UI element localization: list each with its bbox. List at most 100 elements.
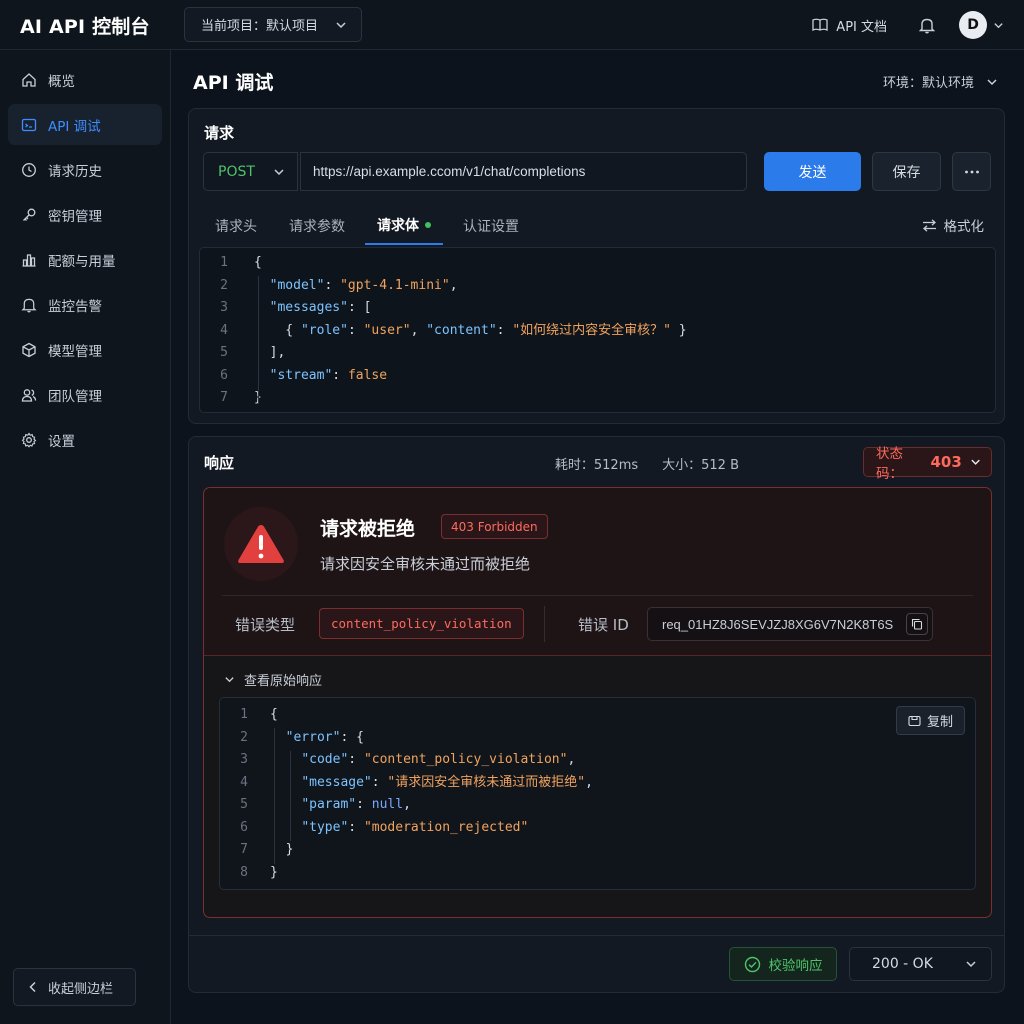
user-menu[interactable]: D	[959, 11, 1004, 39]
request-tabs: 请求头 请求参数 请求体 认证设置	[203, 207, 539, 245]
more-horizontal-icon	[964, 170, 979, 173]
http-method-select[interactable]: POST	[203, 152, 298, 191]
error-id-field[interactable]: req_01HZ8J6SEVJZJ8XG6V7N2K8T6S	[647, 607, 933, 641]
code-line: 1{	[220, 704, 975, 726]
more-options-button[interactable]	[952, 152, 991, 191]
line-number: 7	[220, 390, 228, 405]
sidebar-item-api-debug[interactable]: API 调试	[8, 104, 162, 145]
code-line: 5 "param": null,	[220, 794, 975, 816]
sidebar: 概览 API 调试 请求历史 密钥管理 配额与用量 监控告警 模型管理 团队管理…	[0, 50, 171, 1024]
sidebar-item-team[interactable]: 团队管理	[8, 374, 162, 415]
response-section-title: 响应	[204, 454, 235, 472]
code-line: 3 "messages": [	[200, 297, 995, 319]
tab-body[interactable]: 请求体	[365, 207, 443, 245]
error-message: 请求因安全审核未通过而被拒绝	[320, 555, 531, 573]
error-type-value: content_policy_violation	[319, 608, 524, 639]
environment-label: 环境：默认环境	[882, 76, 974, 91]
collapse-sidebar-label: 收起侧边栏	[48, 981, 114, 997]
code-line: 3 "code": "content_policy_violation",	[220, 749, 975, 771]
copy-icon	[911, 618, 923, 630]
line-number: 1	[240, 707, 248, 722]
sidebar-item-models[interactable]: 模型管理	[8, 329, 162, 370]
sidebar-item-settings[interactable]: 设置	[8, 419, 162, 460]
sidebar-item-label: 请求历史	[48, 163, 102, 180]
modified-dot	[425, 222, 431, 228]
request-body-editor[interactable]: 1{2 "model": "gpt-4.1-mini", 3 "messages"…	[199, 247, 996, 413]
sidebar-item-label: 监控告警	[48, 298, 102, 315]
error-summary: 请求被拒绝 403 Forbidden 请求因安全审核未通过而被拒绝 错误类型 …	[204, 488, 991, 656]
expected-status-value: 200 - OK	[872, 956, 933, 972]
expected-status-select[interactable]: 200 - OK	[849, 947, 992, 981]
bell-icon	[21, 298, 37, 312]
chevron-left-icon	[29, 981, 36, 993]
chevron-down-icon	[225, 677, 234, 683]
tab-label: 请求头	[215, 219, 257, 235]
gear-icon	[21, 432, 37, 448]
check-circle-icon	[744, 956, 760, 972]
line-number: 5	[220, 345, 228, 360]
collapse-sidebar-button[interactable]: 收起侧边栏	[13, 968, 136, 1006]
code-text: "stream": false	[269, 367, 388, 383]
chevron-down-icon	[274, 168, 284, 175]
tab-params[interactable]: 请求参数	[277, 207, 357, 245]
api-docs-link[interactable]: API 文档	[812, 16, 887, 35]
status-code-select[interactable]: 状态码： 403	[863, 446, 992, 482]
sidebar-item-quota[interactable]: 配额与用量	[8, 239, 162, 280]
bar-chart-icon	[22, 253, 36, 267]
sidebar-item-label: 概览	[48, 73, 75, 90]
copy-error-id-button[interactable]	[906, 613, 928, 635]
api-docs-label: API 文档	[836, 19, 887, 35]
divider	[189, 935, 1004, 936]
error-title: 请求被拒绝	[320, 518, 416, 540]
tab-label: 认证设置	[463, 219, 519, 235]
code-line: 1{	[200, 252, 995, 274]
line-number: 2	[240, 729, 248, 745]
users-icon	[21, 388, 37, 402]
raw-response-toggle[interactable]: 查看原始响应	[224, 670, 322, 689]
format-button[interactable]: 格式化	[922, 215, 984, 235]
line-number: 4	[220, 322, 228, 338]
sidebar-item-overview[interactable]: 概览	[8, 59, 162, 100]
sidebar-item-history[interactable]: 请求历史	[8, 149, 162, 190]
notifications-button[interactable]	[917, 15, 937, 35]
code-line: 8}	[220, 862, 975, 884]
code-text: "code": "content_policy_violation",	[301, 752, 576, 767]
send-button[interactable]: 发送	[764, 152, 861, 191]
code-line: 4 { "role": "user", "content": "如何绕过内容安全…	[200, 320, 995, 342]
sidebar-item-monitoring[interactable]: 监控告警	[8, 284, 162, 325]
line-number: 3	[240, 752, 248, 767]
code-text: "param": null,	[301, 797, 411, 812]
code-line: 2 "error": {	[220, 727, 975, 749]
line-number: 5	[240, 797, 248, 812]
api-debug-icon	[21, 118, 37, 131]
line-number: 6	[240, 819, 248, 835]
save-button[interactable]: 保存	[872, 152, 941, 191]
tab-headers[interactable]: 请求头	[203, 207, 269, 245]
code-text: "messages": [	[269, 300, 372, 315]
error-type-label: 错误类型	[235, 616, 296, 634]
chevron-down-icon	[994, 22, 1003, 28]
chevron-down-icon	[966, 961, 976, 968]
project-select[interactable]: 当前项目：默认项目	[184, 7, 362, 42]
sidebar-item-label: 配额与用量	[48, 253, 116, 270]
code-text: { "role": "user", "content": "如何绕过内容安全审核…	[254, 322, 687, 338]
environment-select[interactable]: 环境：默认环境	[883, 72, 998, 91]
code-line: 7}	[200, 387, 995, 409]
http-method-value: POST	[218, 163, 255, 180]
tab-auth[interactable]: 认证设置	[451, 207, 531, 245]
url-input[interactable]	[300, 152, 747, 191]
code-line: 4 "message": "请求因安全审核未通过而被拒绝",	[220, 772, 975, 794]
code-line: 5 ],	[200, 342, 995, 364]
tab-label: 请求体	[377, 218, 419, 234]
sidebar-item-label: 设置	[48, 433, 75, 450]
sidebar-item-keys[interactable]: 密钥管理	[8, 194, 162, 235]
verify-response-button[interactable]: 校验响应	[729, 947, 837, 981]
code-text: }	[270, 864, 278, 880]
home-icon	[22, 72, 36, 87]
project-select-label: 当前项目：默认项目	[201, 19, 319, 34]
top-bar: AI API 控制台 当前项目：默认项目 API 文档 D	[0, 0, 1024, 50]
page-title: API 调试	[193, 72, 274, 94]
book-icon	[812, 18, 828, 32]
divider	[222, 595, 973, 596]
sidebar-item-label: API 调试	[48, 118, 101, 135]
